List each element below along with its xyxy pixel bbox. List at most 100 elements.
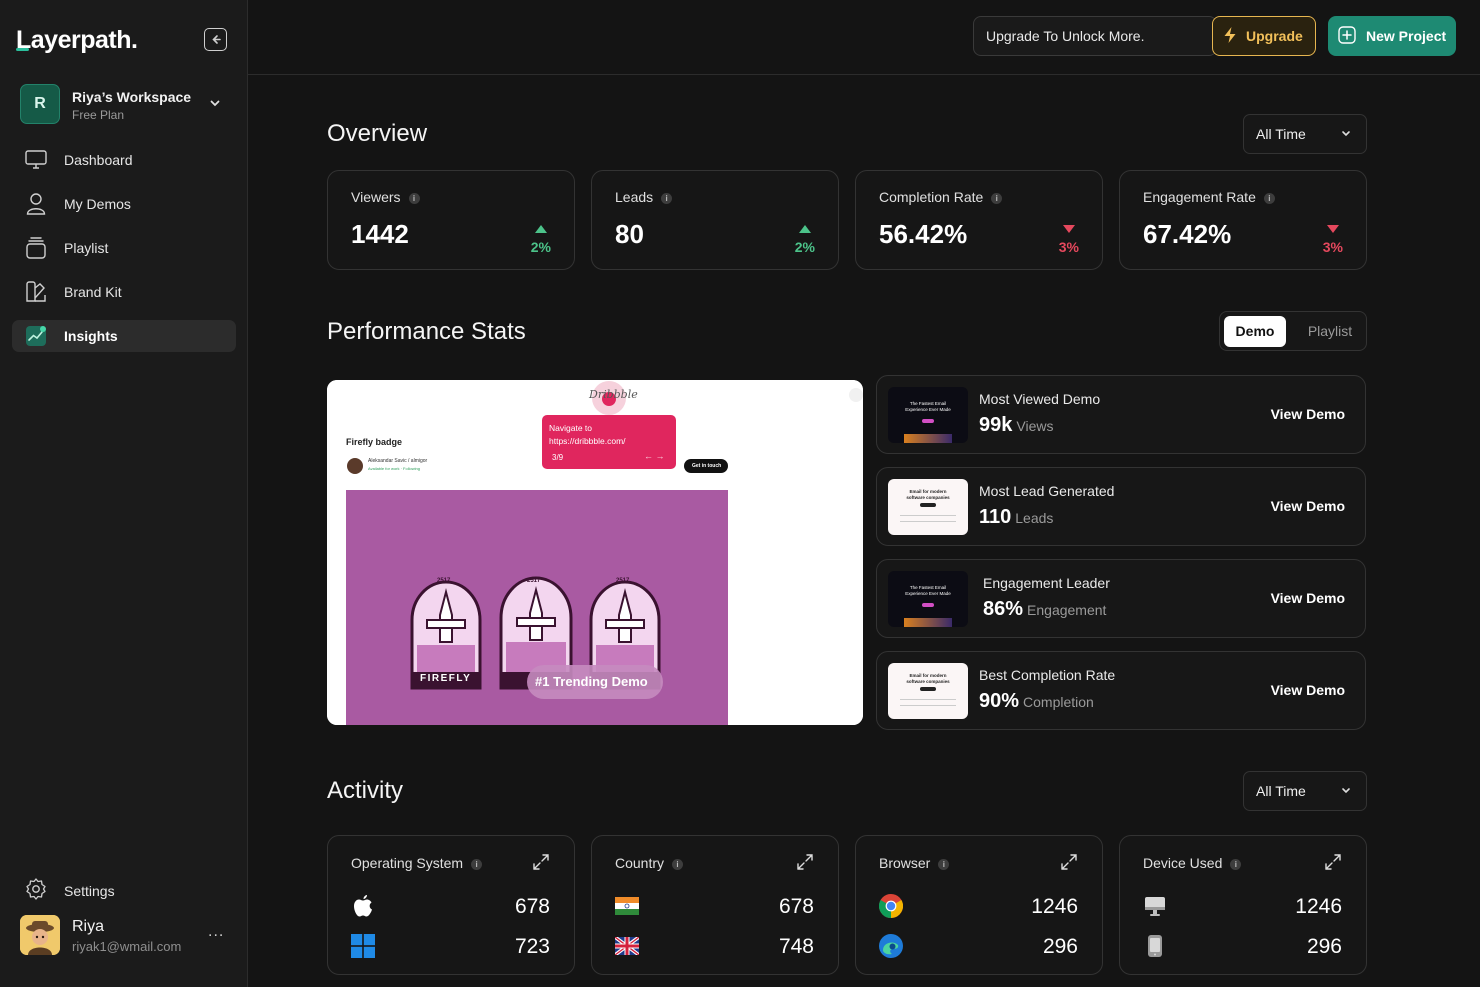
workspace-name: Riya’s Workspace [72, 89, 192, 105]
uk-flag-icon [614, 934, 640, 958]
view-demo-button[interactable]: View Demo [1271, 406, 1345, 422]
expand-icon[interactable] [1324, 853, 1342, 876]
tooltip-line2: https://dribbble.com/ [549, 436, 626, 446]
overview-range-select[interactable]: All Time [1243, 114, 1367, 154]
sidebar-item-label: Playlist [64, 240, 109, 256]
most-viewed-demo-card: The Fastest Email Experience Ever Made M… [876, 375, 1366, 454]
trend-down-icon [1326, 221, 1340, 239]
view-demo-button[interactable]: View Demo [1271, 682, 1345, 698]
sidebar-item-brand-kit[interactable]: Brand Kit [12, 276, 236, 308]
range-value: All Time [1256, 126, 1306, 142]
sidebar-nav: Dashboard My Demos Playlist Brand Kit In… [12, 144, 236, 364]
card-unit: Engagement [1027, 602, 1107, 618]
sidebar-item-label: Dashboard [64, 152, 133, 168]
badge-year: 2517 [616, 578, 630, 584]
info-icon[interactable]: i [991, 193, 1003, 204]
demo-thumbnail[interactable]: The Fastest Email Experience Ever Made [888, 571, 968, 627]
settings-label: Settings [64, 883, 115, 899]
performance-title: Performance Stats [327, 318, 526, 345]
stat-card-engagement-rate: Engagement Rate i 67.42% 3% [1119, 170, 1367, 270]
chevron-down-icon [1340, 126, 1352, 142]
expand-icon[interactable] [1060, 853, 1078, 876]
info-icon[interactable]: i [471, 859, 483, 870]
user-icon [24, 192, 48, 216]
chevron-down-icon [1340, 783, 1352, 799]
activity-range-select[interactable]: All Time [1243, 771, 1367, 811]
app-logo[interactable]: Layerpath. [16, 26, 138, 55]
stat-value: 67.42% [1143, 219, 1232, 249]
stat-card-completion-rate: Completion Rate i 56.42% 3% [855, 170, 1103, 270]
info-icon[interactable]: i [1263, 193, 1275, 204]
badge-year: 2517 [527, 578, 541, 584]
stat-change: 2% [794, 239, 815, 255]
upgrade-label: Upgrade [1246, 28, 1303, 44]
monitor-icon [24, 148, 48, 172]
stat-change: 3% [1058, 239, 1079, 255]
badge-text: FIREFLY [420, 673, 472, 684]
playlist-icon [24, 236, 48, 260]
sidebar-item-dashboard[interactable]: Dashboard [12, 144, 236, 176]
upgrade-button[interactable]: Upgrade [1212, 16, 1316, 56]
view-demo-button[interactable]: View Demo [1271, 590, 1345, 606]
windows-icon [350, 934, 376, 958]
info-icon[interactable]: i [1230, 859, 1242, 870]
tab-playlist[interactable]: Playlist [1298, 316, 1362, 347]
user-profile[interactable]: Riya riyak1@wmail.com ... [20, 915, 232, 955]
workspace-switcher[interactable]: R Riya’s Workspace Free Plan [20, 84, 230, 124]
info-icon[interactable]: i [408, 193, 420, 204]
demo-thumbnail[interactable]: The Fastest Email Experience Ever Made [888, 387, 968, 443]
range-value: All Time [1256, 783, 1306, 799]
sidebar-item-insights[interactable]: Insights [12, 320, 236, 352]
card-title: Most Viewed Demo [979, 391, 1101, 407]
user-name: Riya [72, 918, 105, 935]
demo-thumbnail[interactable]: Email for modern software companies [888, 479, 968, 535]
trending-demo-preview[interactable]: Dribbble Firefly badge Aleksandar Savic … [327, 380, 863, 725]
plus-square-icon [1338, 25, 1356, 47]
demo-author: Aleksandar Savic / almigor [368, 458, 428, 464]
edge-icon [878, 934, 904, 958]
chevron-down-icon[interactable] [208, 96, 222, 115]
top-bar: Upgrade To Unlock More. Upgrade New Proj… [248, 0, 1480, 75]
sidebar: Layerpath. R Riya’s Workspace Free Plan … [0, 0, 248, 987]
chrome-icon [878, 894, 904, 918]
expand-icon[interactable] [532, 853, 550, 876]
card-label: Country [615, 855, 665, 871]
trend-up-icon [534, 221, 548, 239]
most-lead-generated-card: Email for modern software companies Most… [876, 467, 1366, 546]
tab-demo[interactable]: Demo [1224, 316, 1286, 347]
card-unit: Leads [1015, 510, 1054, 526]
tooltip-nav-arrows[interactable]: ← → [644, 451, 665, 461]
demo-author-status: Available for work · Following [368, 466, 420, 471]
card-value: 90% [979, 690, 1020, 712]
view-demo-button[interactable]: View Demo [1271, 498, 1345, 514]
thumbnail-text: The Fastest Email Experience Ever Made [905, 585, 951, 596]
info-icon[interactable]: i [938, 859, 950, 870]
thumbnail-text: Email for modern software companies [906, 673, 950, 684]
demo-site-logo: Dribbble [589, 388, 638, 401]
more-options-icon[interactable]: ... [208, 923, 224, 941]
tooltip-line1: Navigate to [549, 423, 592, 433]
sidebar-item-settings[interactable]: Settings [24, 877, 115, 903]
card-label: Browser [879, 855, 931, 871]
activity-title: Activity [327, 777, 404, 804]
card-value: 110 [979, 506, 1012, 528]
expand-icon[interactable] [796, 853, 814, 876]
info-icon[interactable]: i [661, 193, 673, 204]
collapse-sidebar-icon[interactable] [204, 28, 227, 51]
sidebar-item-playlist[interactable]: Playlist [12, 232, 236, 264]
new-project-button[interactable]: New Project [1328, 16, 1456, 56]
sidebar-item-my-demos[interactable]: My Demos [12, 188, 236, 220]
browser-count: 1246 [1031, 895, 1078, 918]
sidebar-item-label: My Demos [64, 196, 131, 212]
os-count: 723 [514, 935, 550, 958]
mobile-icon [1142, 934, 1168, 958]
badge-year: 2517 [437, 578, 451, 584]
avatar [20, 915, 60, 955]
overview-title: Overview [327, 120, 428, 147]
demo-thumbnail[interactable]: Email for modern software companies [888, 663, 968, 719]
apple-icon [350, 894, 376, 918]
card-unit: Views [1016, 418, 1054, 434]
info-icon[interactable]: i [672, 859, 684, 870]
thumbnail-text: Email for modern software companies [906, 489, 950, 500]
device-count: 1246 [1295, 895, 1342, 918]
